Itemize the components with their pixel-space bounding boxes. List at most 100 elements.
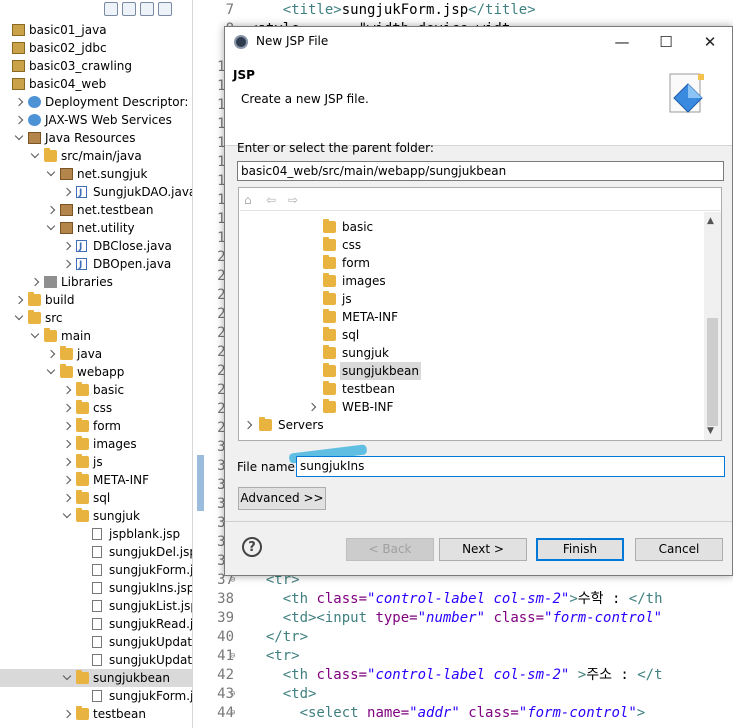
explorer-item[interactable]: SungjukDAO.java <box>0 183 192 202</box>
scroll-up-icon[interactable]: ▲ <box>707 216 714 226</box>
expand-open-icon[interactable] <box>30 149 40 159</box>
folder-tree-item[interactable]: images <box>239 272 705 290</box>
explorer-item[interactable]: sungjukbean <box>0 669 192 687</box>
explorer-item[interactable]: net.sungjuk <box>0 165 192 183</box>
expand-open-icon[interactable] <box>46 365 56 375</box>
expand-closed-icon[interactable] <box>62 385 72 395</box>
expand-closed-icon[interactable] <box>62 259 72 269</box>
collapse-all-icon[interactable] <box>104 2 118 16</box>
expand-open-icon[interactable] <box>14 311 24 321</box>
expand-open-icon[interactable] <box>30 329 40 339</box>
fold-icon[interactable]: ⊖ <box>230 685 235 704</box>
explorer-item[interactable]: images <box>0 435 192 453</box>
close-button[interactable]: ✕ <box>688 27 732 58</box>
explorer-item[interactable]: sungjukForm.jsp <box>0 687 192 705</box>
folder-tree-item[interactable]: Servers <box>239 416 705 434</box>
explorer-item[interactable]: basic <box>0 381 192 399</box>
expand-closed-icon[interactable] <box>62 187 72 197</box>
advanced-button[interactable]: Advanced >> <box>238 487 326 510</box>
help-icon[interactable]: ? <box>242 537 262 557</box>
folder-tree-item[interactable]: js <box>239 290 705 308</box>
folder-tree-item[interactable]: sungjukbean <box>239 362 705 380</box>
explorer-item[interactable]: sungjukUpdate.jsp <box>0 633 192 651</box>
explorer-item[interactable]: net.testbean <box>0 201 192 219</box>
expand-closed-icon[interactable] <box>14 115 24 125</box>
explorer-item[interactable]: basic01_java <box>0 21 192 39</box>
link-with-editor-icon[interactable] <box>122 2 136 16</box>
fold-icon[interactable]: ⊖ <box>230 704 235 723</box>
back-arrow-icon[interactable]: ⇦ <box>266 193 276 207</box>
folder-tree[interactable]: ⌂ ⇦ ⇨ basic css form images js META-INF sql sun… <box>238 187 722 441</box>
explorer-item[interactable]: META-INF <box>0 471 192 489</box>
explorer-item[interactable]: sungjukRead.jsp <box>0 615 192 633</box>
finish-button[interactable]: Finish <box>536 538 624 561</box>
expand-closed-icon[interactable] <box>243 420 253 430</box>
expand-closed-icon[interactable] <box>62 439 72 449</box>
tree-scrollbar[interactable]: ▲ ▼ <box>704 212 721 440</box>
folder-tree-item[interactable]: WEB-INF <box>239 398 705 416</box>
explorer-item[interactable]: jspblank.jsp <box>0 525 192 543</box>
dialog-titlebar[interactable]: New JSP File — ☐ ✕ <box>225 27 732 58</box>
explorer-item[interactable]: JAX-WS Web Services <box>0 111 192 129</box>
explorer-item[interactable]: sungjukUpdateProc.jsp <box>0 651 192 669</box>
explorer-item[interactable]: css <box>0 399 192 417</box>
explorer-item[interactable]: sungjukForm.jsp <box>0 561 192 579</box>
expand-closed-icon[interactable] <box>14 295 24 305</box>
expand-open-icon[interactable] <box>14 131 24 141</box>
explorer-item[interactable]: java <box>0 345 192 363</box>
scroll-down-icon[interactable]: ▼ <box>707 426 714 436</box>
explorer-item[interactable]: basic03_crawling <box>0 57 192 75</box>
explorer-item[interactable]: basic04_web <box>0 75 192 93</box>
folder-tree-item[interactable]: sungjuk <box>239 344 705 362</box>
expand-closed-icon[interactable] <box>62 457 72 467</box>
view-menu-icon[interactable] <box>158 2 172 16</box>
cancel-button[interactable]: Cancel <box>635 538 723 561</box>
explorer-item[interactable]: webapp <box>0 363 192 381</box>
folder-tree-item[interactable]: form <box>239 254 705 272</box>
scrollbar-thumb[interactable] <box>707 318 718 426</box>
expand-open-icon[interactable] <box>46 167 56 177</box>
expand-open-icon[interactable] <box>62 509 72 519</box>
back-button[interactable]: < Back <box>346 538 434 561</box>
explorer-item[interactable]: testbean <box>0 705 192 723</box>
forward-arrow-icon[interactable]: ⇨ <box>288 193 298 207</box>
explorer-item[interactable]: sungjukIns.jsp <box>0 579 192 597</box>
folder-tree-item[interactable]: testbean <box>239 380 705 398</box>
explorer-item[interactable]: DBClose.java <box>0 237 192 256</box>
next-button[interactable]: Next > <box>439 538 527 561</box>
parent-folder-input[interactable]: basic04_web/src/main/webapp/sungjukbean <box>237 161 724 181</box>
expand-open-icon[interactable] <box>46 221 56 231</box>
home-icon[interactable]: ⌂ <box>244 193 252 207</box>
fold-icon[interactable]: ⊖ <box>230 647 235 666</box>
folder-tree-item[interactable]: css <box>239 236 705 254</box>
explorer-item[interactable]: Deployment Descriptor: basic04_web <box>0 93 192 111</box>
explorer-item[interactable]: net.utility <box>0 219 192 237</box>
expand-closed-icon[interactable] <box>30 277 40 287</box>
expand-closed-icon[interactable] <box>307 402 317 412</box>
explorer-item[interactable]: sungjuk <box>0 507 192 525</box>
expand-closed-icon[interactable] <box>62 493 72 503</box>
explorer-item[interactable]: form <box>0 417 192 435</box>
filter-icon[interactable] <box>140 2 154 16</box>
explorer-item[interactable]: basic02_jdbc <box>0 39 192 57</box>
expand-closed-icon[interactable] <box>62 403 72 413</box>
expand-closed-icon[interactable] <box>14 97 24 107</box>
folder-tree-item[interactable]: META-INF <box>239 308 705 326</box>
expand-closed-icon[interactable] <box>46 349 56 359</box>
explorer-item[interactable]: build <box>0 291 192 309</box>
explorer-item[interactable]: main <box>0 327 192 345</box>
explorer-item[interactable]: sungjukDel.jsp <box>0 543 192 561</box>
explorer-item[interactable]: src/main/java <box>0 147 192 165</box>
explorer-item[interactable]: Libraries <box>0 273 192 291</box>
explorer-item[interactable]: js <box>0 453 192 471</box>
explorer-item[interactable]: sql <box>0 489 192 507</box>
explorer-item[interactable]: src <box>0 309 192 327</box>
folder-tree-item[interactable]: basic <box>239 218 705 236</box>
file-name-input[interactable]: sungjukIns <box>296 456 725 477</box>
expand-closed-icon[interactable] <box>62 709 72 719</box>
expand-open-icon[interactable] <box>62 671 72 681</box>
expand-closed-icon[interactable] <box>62 475 72 485</box>
expand-closed-icon[interactable] <box>62 241 72 251</box>
expand-closed-icon[interactable] <box>62 421 72 431</box>
maximize-button[interactable]: ☐ <box>644 27 688 58</box>
